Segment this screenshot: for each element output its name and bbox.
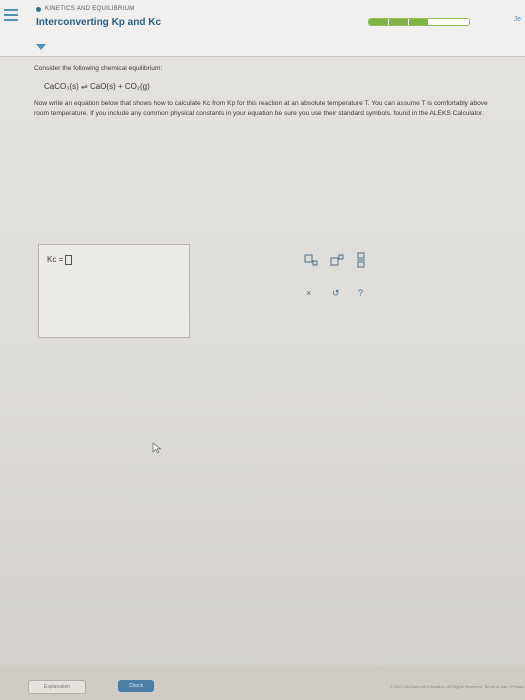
topic-dot-icon [36, 6, 41, 12]
corner-label[interactable]: Je [514, 16, 521, 23]
superscript-icon[interactable] [330, 254, 344, 268]
problem-instruction: Now write an equation below that shows h… [34, 100, 488, 117]
undo-icon[interactable]: ↺ [332, 288, 340, 299]
progress-segment [409, 19, 429, 25]
page-title: Interconverting Kp and Kc [36, 17, 162, 28]
answer-box[interactable]: Kc = [38, 244, 190, 338]
clear-icon[interactable]: × [306, 288, 311, 298]
answer-label: Kc = [47, 255, 73, 265]
chemical-equation: CaCO₃(s) ⇌ CaO(s) + CO₂(g) [44, 82, 150, 91]
footer-text: © 2021 McGraw-Hill Education. All Rights… [390, 684, 524, 689]
subscript-icon[interactable] [304, 254, 318, 268]
topic-subtitle: KINETICS AND EQUILIBRIUM [45, 6, 135, 12]
mouse-cursor-icon [152, 442, 162, 454]
progress-segment [389, 19, 409, 25]
header: KINETICS AND EQUILIBRIUM Interconverting… [0, 0, 525, 57]
problem-intro: Consider the following chemical equilibr… [34, 65, 163, 72]
explanation-button[interactable]: Explanation [28, 680, 86, 694]
screen: KINETICS AND EQUILIBRIUM Interconverting… [0, 0, 525, 700]
progress-segment [369, 19, 389, 25]
math-toolbar: × ↺ ? [300, 250, 370, 325]
chevron-down-icon[interactable] [36, 44, 46, 50]
menu-icon[interactable] [4, 6, 18, 22]
check-button[interactable]: Check [118, 680, 154, 692]
problem-content: Consider the following chemical equilibr… [34, 64, 504, 124]
progress-bar [368, 18, 470, 26]
progress-segment [429, 19, 449, 25]
progress-segment [449, 19, 469, 25]
fraction-icon[interactable] [356, 252, 366, 270]
topic-row: KINETICS AND EQUILIBRIUM [36, 6, 135, 12]
answer-input-slot[interactable] [65, 255, 73, 265]
help-icon[interactable]: ? [358, 288, 363, 298]
